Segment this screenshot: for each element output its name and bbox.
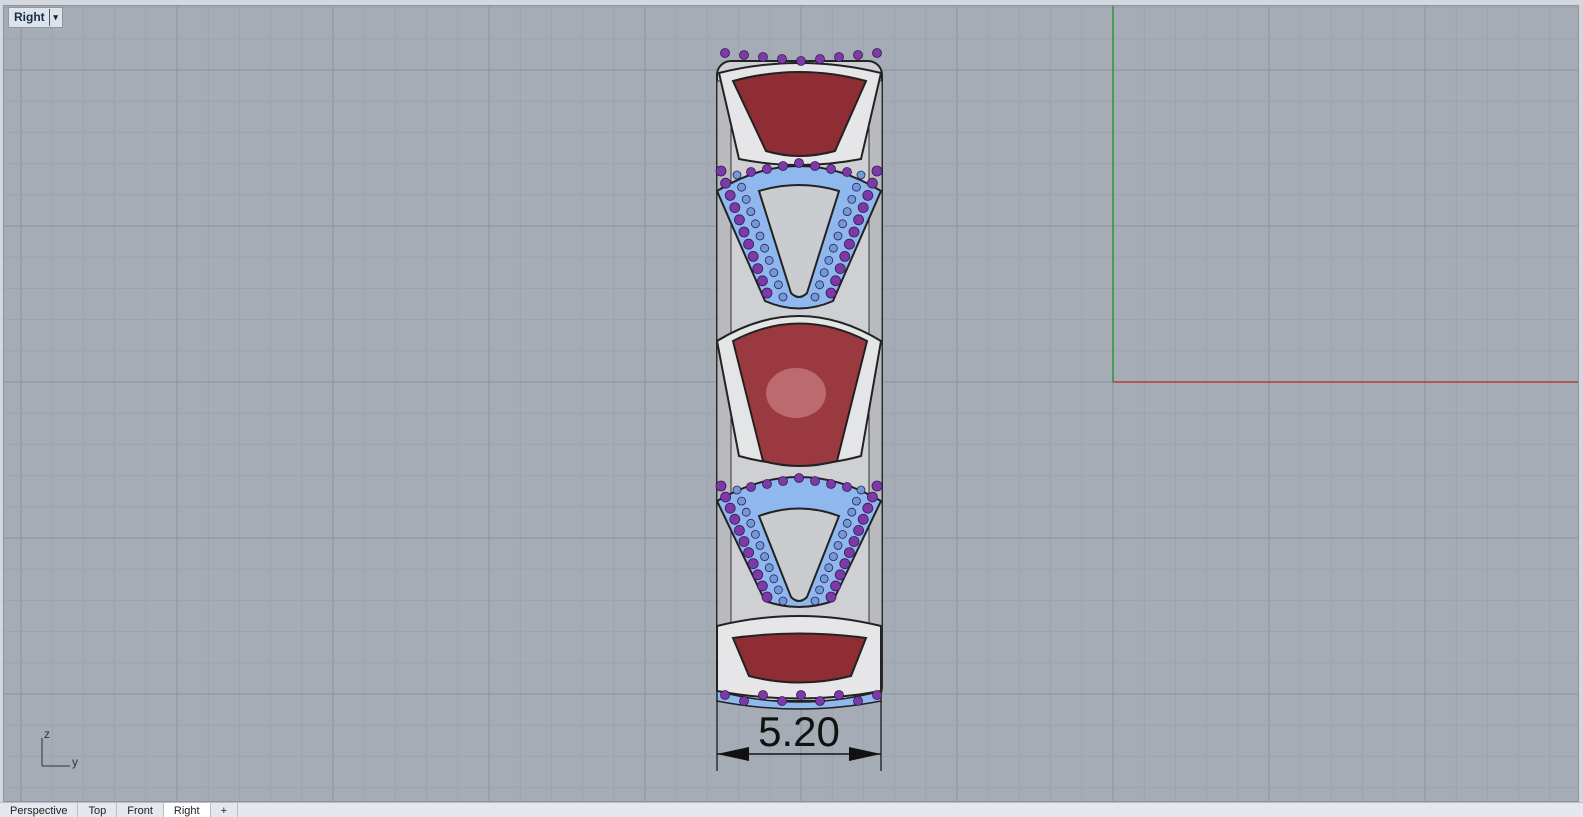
tab-top[interactable]: Top — [78, 803, 118, 817]
viewport-right[interactable]: 5.20 Right ▾ z y — [3, 5, 1579, 802]
world-axes-icon: z y — [41, 728, 78, 769]
dimension-arrow-left-icon — [717, 747, 749, 761]
tab-perspective[interactable]: Perspective — [0, 803, 79, 817]
tab-front[interactable]: Front — [117, 803, 164, 817]
dimension-annotation[interactable]: 5.20 — [4, 6, 1579, 802]
tab-add-button[interactable]: + — [211, 803, 239, 817]
viewport-menu-dropdown-icon[interactable]: ▾ — [48, 9, 62, 26]
axis-label-z: z — [44, 728, 50, 741]
viewport-tabs-bar: Perspective Top Front Right + — [0, 802, 1583, 817]
dimension-value: 5.20 — [758, 708, 840, 755]
viewport-name[interactable]: Right — [9, 9, 49, 26]
viewport-title-tab[interactable]: Right ▾ — [8, 7, 63, 28]
tab-right[interactable]: Right — [163, 803, 211, 817]
dimension-arrow-right-icon — [849, 747, 881, 761]
axis-label-y: y — [72, 755, 78, 769]
rhino-viewport-window: 5.20 Right ▾ z y Perspective Top Front R… — [0, 0, 1583, 817]
